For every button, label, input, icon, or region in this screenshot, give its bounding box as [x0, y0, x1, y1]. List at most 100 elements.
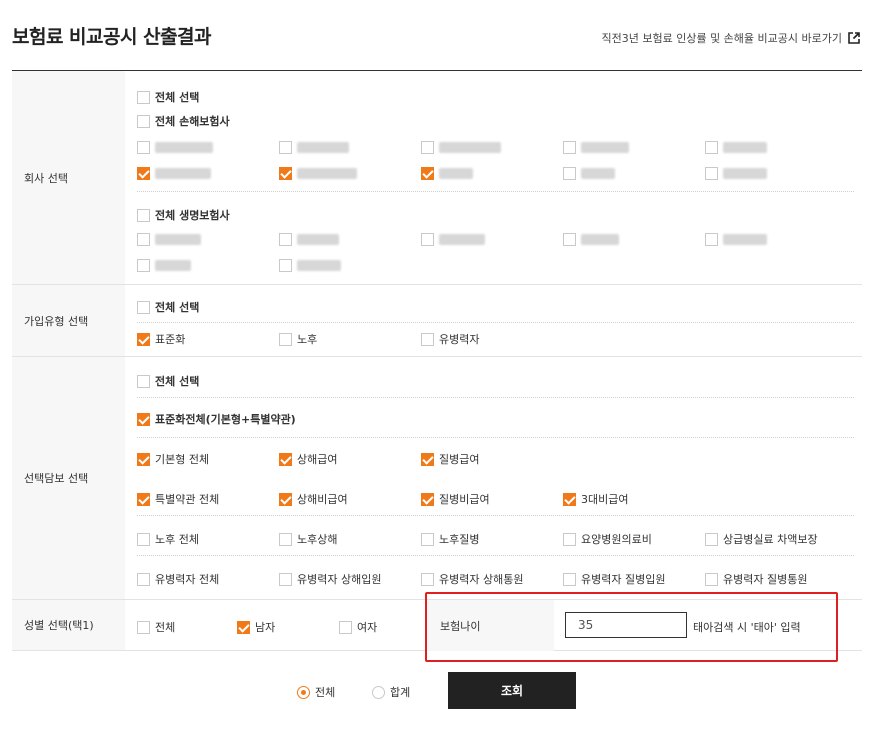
company-select-all[interactable]: 전체 선택: [137, 89, 199, 105]
radio-selected[interactable]: [297, 685, 310, 699]
checkbox-checked[interactable]: [137, 492, 150, 506]
checkbox[interactable]: [137, 233, 150, 246]
checkbox[interactable]: [421, 141, 434, 154]
checkbox[interactable]: [421, 572, 434, 586]
join-type-standard[interactable]: 표준화: [137, 331, 185, 347]
checkbox-checked[interactable]: [563, 492, 576, 506]
company-option[interactable]: [563, 233, 619, 246]
coverage-item-label: 노후 전체: [155, 533, 199, 546]
coverage-standard-all[interactable]: 표준화전체(기본형+특별약관): [137, 411, 296, 427]
company-option[interactable]: [279, 233, 339, 246]
company-option[interactable]: [137, 259, 191, 272]
coverage-select-all[interactable]: 전체 선택: [137, 373, 199, 389]
coverage-item[interactable]: 유병력자 상해입원: [279, 571, 381, 587]
company-option[interactable]: [137, 141, 213, 154]
company-option[interactable]: [279, 259, 341, 272]
checkbox[interactable]: [421, 532, 434, 546]
checkbox[interactable]: [563, 141, 576, 154]
checkbox[interactable]: [705, 572, 718, 586]
divider: [137, 322, 854, 323]
coverage-item[interactable]: 유병력자 전체: [137, 571, 219, 587]
checkbox[interactable]: [705, 233, 718, 246]
coverage-item[interactable]: 질병비급여: [421, 491, 490, 507]
checkbox-checked[interactable]: [421, 492, 434, 506]
checkbox[interactable]: [421, 332, 434, 346]
coverage-item[interactable]: 3대비급여: [563, 491, 628, 507]
checkbox[interactable]: [279, 259, 292, 272]
company-option[interactable]: [137, 167, 211, 180]
checkbox[interactable]: [563, 167, 576, 180]
checkbox[interactable]: [279, 233, 292, 246]
coverage-item[interactable]: 노후질병: [421, 531, 479, 547]
join-type-select-all[interactable]: 전체 선택: [137, 299, 199, 315]
coverage-item[interactable]: 상해급여: [279, 451, 337, 467]
comparison-link[interactable]: 직전3년 보험료 인상률 및 손해율 비교공시 바로가기: [602, 30, 861, 46]
company-option[interactable]: [705, 167, 767, 180]
checkbox[interactable]: [137, 572, 150, 586]
checkbox[interactable]: [279, 572, 292, 586]
company-option[interactable]: [421, 167, 473, 180]
checkbox[interactable]: [705, 532, 718, 546]
checkbox[interactable]: [137, 90, 150, 104]
company-option[interactable]: [279, 167, 357, 180]
checkbox[interactable]: [279, 141, 292, 154]
coverage-item[interactable]: 노후 전체: [137, 531, 199, 547]
company-option[interactable]: [705, 141, 767, 154]
search-button[interactable]: 조회: [448, 672, 576, 709]
checkbox[interactable]: [563, 233, 576, 246]
checkbox-checked[interactable]: [137, 452, 150, 466]
checkbox[interactable]: [563, 532, 576, 546]
nonlife-select-all[interactable]: 전체 손해보험사: [137, 113, 230, 129]
company-option[interactable]: [279, 141, 349, 154]
coverage-item[interactable]: 요양병원의료비: [563, 531, 652, 547]
coverage-item[interactable]: 질병급여: [421, 451, 479, 467]
coverage-item[interactable]: 유병력자 질병통원: [705, 571, 807, 587]
coverage-item[interactable]: 특별약관 전체: [137, 491, 219, 507]
radio[interactable]: [372, 685, 385, 699]
summary-all-option[interactable]: 전체: [297, 684, 335, 700]
checkbox[interactable]: [137, 620, 150, 634]
checkbox[interactable]: [137, 259, 150, 272]
company-option[interactable]: [421, 141, 501, 154]
coverage-item[interactable]: 유병력자 질병입원: [563, 571, 665, 587]
checkbox[interactable]: [279, 532, 292, 546]
checkbox[interactable]: [421, 233, 434, 246]
life-select-all[interactable]: 전체 생명보험사: [137, 207, 230, 223]
checkbox-checked[interactable]: [137, 332, 150, 346]
company-option[interactable]: [137, 233, 201, 246]
join-type-senior[interactable]: 노후: [279, 331, 317, 347]
checkbox[interactable]: [339, 620, 352, 634]
summary-total-option[interactable]: 합계: [372, 684, 410, 700]
checkbox[interactable]: [137, 532, 150, 546]
checkbox-checked[interactable]: [421, 167, 434, 180]
checkbox-checked[interactable]: [137, 167, 150, 180]
company-option[interactable]: [563, 141, 629, 154]
checkbox[interactable]: [705, 141, 718, 154]
checkbox-checked[interactable]: [279, 452, 292, 466]
checkbox[interactable]: [279, 332, 292, 346]
coverage-item[interactable]: 기본형 전체: [137, 451, 209, 467]
gender-all[interactable]: 전체: [137, 619, 175, 635]
checkbox[interactable]: [705, 167, 718, 180]
checkbox-checked[interactable]: [279, 167, 292, 180]
checkbox[interactable]: [137, 300, 150, 314]
gender-female[interactable]: 여자: [339, 619, 377, 635]
checkbox[interactable]: [137, 208, 150, 222]
coverage-item[interactable]: 노후상해: [279, 531, 337, 547]
gender-male[interactable]: 남자: [237, 619, 275, 635]
checkbox[interactable]: [137, 114, 150, 128]
coverage-item[interactable]: 상해비급여: [279, 491, 348, 507]
coverage-item[interactable]: 상급병실료 차액보장: [705, 531, 818, 547]
checkbox-checked[interactable]: [279, 492, 292, 506]
company-option[interactable]: [421, 233, 485, 246]
checkbox-checked[interactable]: [237, 620, 250, 634]
checkbox[interactable]: [137, 374, 150, 388]
checkbox[interactable]: [137, 141, 150, 154]
join-type-preexisting[interactable]: 유병력자: [421, 331, 479, 347]
checkbox-checked[interactable]: [137, 412, 150, 426]
coverage-item[interactable]: 유병력자 상해통원: [421, 571, 523, 587]
checkbox[interactable]: [563, 572, 576, 586]
checkbox-checked[interactable]: [421, 452, 434, 466]
company-option[interactable]: [705, 233, 767, 246]
company-option[interactable]: [563, 167, 615, 180]
